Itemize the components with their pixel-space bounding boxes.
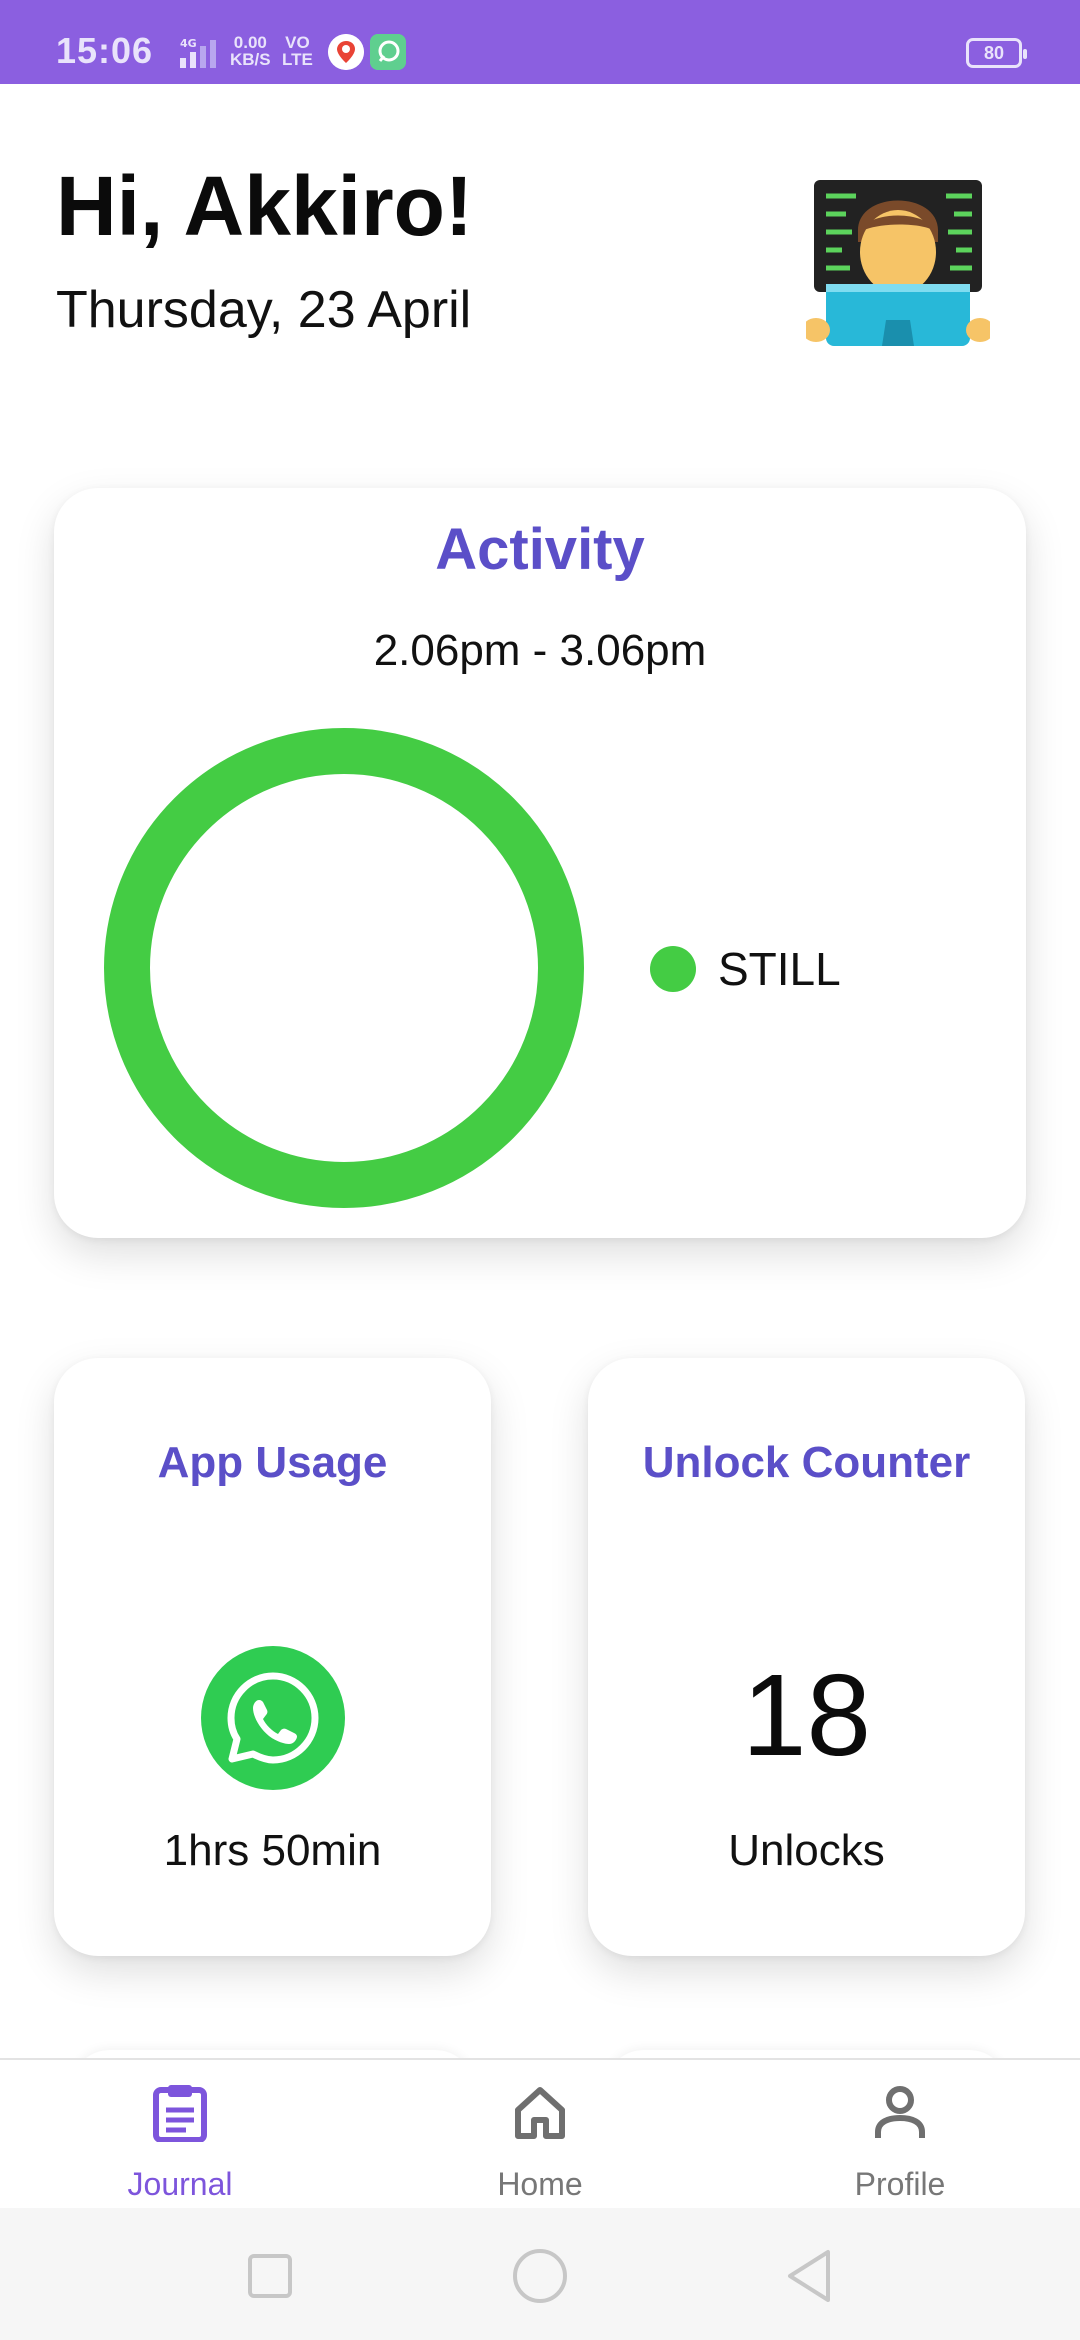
greeting-title: Hi, Akkiro! bbox=[56, 159, 473, 253]
technologist-emoji-icon bbox=[806, 180, 990, 346]
bottom-navigation: Journal Home Profile bbox=[0, 2058, 1080, 2208]
app-usage-card[interactable]: App Usage 1hrs 50min bbox=[54, 1358, 491, 1956]
person-icon bbox=[875, 2086, 925, 2138]
nav-label-home: Home bbox=[497, 2166, 583, 2202]
donut-slice-still bbox=[104, 728, 584, 1208]
unlock-counter-title: Unlock Counter bbox=[642, 1438, 971, 1487]
unlock-count-label: Unlocks bbox=[728, 1826, 885, 1875]
volte-line2: LTE bbox=[282, 50, 313, 69]
legend-label-still: STILL bbox=[718, 943, 841, 995]
clipboard-icon bbox=[153, 2085, 207, 2142]
back-triangle-icon[interactable] bbox=[782, 2248, 838, 2304]
nav-item-profile[interactable]: Profile bbox=[780, 2060, 1020, 2210]
unlock-count-value: 18 bbox=[741, 1650, 872, 1780]
date-label: Thursday, 23 April bbox=[56, 281, 472, 339]
volte-indicator: VO LTE bbox=[282, 34, 313, 68]
maps-notification-icon bbox=[328, 34, 364, 70]
volte-line1: VO bbox=[285, 33, 310, 52]
system-navigation-bar bbox=[0, 2208, 1080, 2340]
nav-label-journal: Journal bbox=[127, 2166, 233, 2202]
app-usage-title: App Usage bbox=[157, 1438, 388, 1487]
status-time: 15:06 bbox=[56, 30, 154, 71]
activity-card[interactable]: Activity 2.06pm - 3.06pm STILL bbox=[54, 488, 1026, 1238]
status-bar: 15:06 4G 0.00 KB/S VO LTE 80 bbox=[0, 0, 1080, 84]
network-speed-unit: KB/S bbox=[230, 50, 271, 69]
whatsapp-icon bbox=[201, 1646, 345, 1790]
unlock-counter-card[interactable]: Unlock Counter 18 Unlocks bbox=[588, 1358, 1025, 1956]
network-speed: 0.00 KB/S bbox=[230, 34, 271, 68]
nav-item-home[interactable]: Home bbox=[420, 2060, 660, 2210]
activity-time-range: 2.06pm - 3.06pm bbox=[373, 626, 707, 675]
nav-label-profile: Profile bbox=[854, 2166, 946, 2202]
home-icon bbox=[515, 2087, 565, 2139]
battery-icon: 80 bbox=[966, 38, 1027, 68]
signal-icon: 4G bbox=[180, 37, 216, 68]
legend-dot-still bbox=[650, 946, 696, 992]
network-speed-value: 0.00 bbox=[233, 33, 267, 52]
home-circle-icon[interactable] bbox=[512, 2248, 568, 2304]
nav-item-journal[interactable]: Journal bbox=[60, 2060, 300, 2210]
activity-donut-chart bbox=[104, 728, 584, 1208]
signal-type-label: 4G bbox=[180, 37, 197, 50]
activity-title: Activity bbox=[435, 517, 645, 582]
app-usage-duration: 1hrs 50min bbox=[163, 1826, 382, 1875]
recents-square-icon[interactable] bbox=[242, 2248, 298, 2304]
app-notification-icon bbox=[370, 34, 406, 70]
